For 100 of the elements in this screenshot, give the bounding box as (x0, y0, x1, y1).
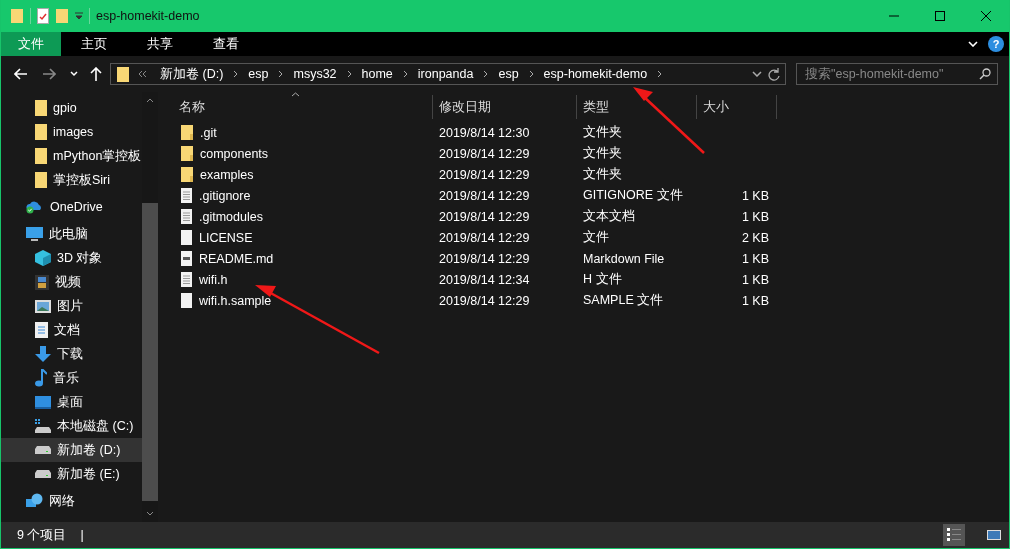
sidebar-item[interactable]: 掌控板Siri (1, 168, 142, 192)
details-view-button[interactable] (943, 524, 965, 546)
sidebar-item[interactable]: 此电脑 (1, 222, 142, 246)
text-file-icon (181, 188, 192, 203)
sidebar-item[interactable]: 下载 (1, 342, 142, 366)
system-drive-icon (35, 419, 51, 433)
annotation-arrow (633, 87, 705, 154)
breadcrumb-segment[interactable]: ironpanda (412, 67, 479, 81)
chevron-icon[interactable] (402, 70, 408, 78)
back-arrow-icon[interactable] (14, 68, 28, 80)
breadcrumb-segment[interactable]: esp-homekit-demo (538, 67, 653, 81)
file-name[interactable]: components (200, 146, 269, 161)
file-icon (181, 230, 192, 245)
breadcrumb-segment[interactable]: esp (493, 67, 524, 81)
scroll-down-icon[interactable] (146, 511, 154, 516)
refresh-icon[interactable] (768, 67, 780, 81)
column-header[interactable]: 修改日期 (433, 95, 577, 119)
chevron-icon[interactable] (483, 70, 489, 78)
table-cell: 1 KB (741, 188, 769, 203)
dropdown-caret-icon[interactable] (752, 71, 762, 77)
recent-caret-icon[interactable] (70, 71, 78, 77)
table-cell: SAMPLE 文件 (583, 292, 664, 309)
sidebar-item[interactable]: images (1, 120, 142, 144)
file-name[interactable]: wifi.h (199, 272, 228, 287)
sidebar-item[interactable]: 新加卷 (E:) (1, 462, 142, 486)
table-cell: 2019/8/14 12:29 (439, 230, 530, 245)
file-name[interactable]: .gitmodules (199, 209, 263, 224)
table-cell: 2019/8/14 12:34 (439, 272, 530, 287)
folder-icon (35, 124, 47, 140)
chevron-icon[interactable] (233, 70, 239, 78)
search-icon[interactable] (979, 68, 991, 80)
folder-icon (181, 167, 193, 182)
breadcrumb-segment[interactable]: home (356, 67, 398, 81)
table-cell: 2 KB (741, 230, 769, 245)
ribbon-tab[interactable]: 主页 (61, 32, 127, 56)
cube-icon (35, 250, 51, 266)
up-arrow-icon[interactable] (90, 67, 102, 81)
breadcrumb-segment[interactable]: msys32 (288, 67, 342, 81)
table-cell: H 文件 (583, 271, 622, 288)
monitor-icon (26, 226, 43, 242)
forward-arrow-icon[interactable] (42, 68, 56, 80)
table-cell: 文本文档 (583, 208, 635, 225)
file-name[interactable]: .git (200, 125, 217, 140)
sidebar-item[interactable]: 桌面 (1, 390, 142, 414)
breadcrumb-segment[interactable]: 新加卷 (D:) (155, 65, 229, 83)
desktop-icon (35, 395, 51, 409)
file-name[interactable]: LICENSE (199, 230, 253, 245)
file-name[interactable]: wifi.h.sample (199, 293, 272, 308)
sidebar-item[interactable]: 3D 对象 (1, 246, 142, 270)
table-cell: 2019/8/14 12:29 (439, 146, 530, 161)
document-icon (35, 322, 48, 338)
table-cell: 1 KB (741, 251, 769, 266)
breadcrumb-segment[interactable]: esp (243, 67, 274, 81)
file-name[interactable]: .gitignore (199, 188, 251, 203)
double-chevron-icon[interactable] (138, 70, 147, 78)
file-icon (181, 293, 192, 308)
column-header[interactable]: 大小 (697, 95, 777, 119)
ribbon-tab[interactable]: 共享 (127, 32, 193, 56)
details-list-icon (947, 528, 961, 542)
drive-icon (35, 446, 51, 454)
sidebar-item[interactable]: OneDrive (1, 195, 142, 219)
file-name[interactable]: README.md (199, 251, 274, 266)
column-header[interactable]: 名称 (166, 95, 433, 119)
network-globe-icon (26, 493, 43, 509)
folder-icon (35, 100, 47, 116)
markdown-file-icon (181, 251, 192, 266)
table-cell: 文件夹 (583, 145, 622, 162)
sidebar-item[interactable]: mPython掌控板 (1, 144, 142, 168)
properties-icon[interactable] (37, 8, 49, 24)
customize-caret-icon[interactable] (75, 12, 83, 20)
picture-icon (35, 299, 51, 313)
ribbon-tab[interactable]: 查看 (193, 32, 259, 56)
table-cell: 1 KB (741, 209, 769, 224)
sidebar-item[interactable]: 网络 (1, 489, 142, 513)
sidebar-item[interactable]: 新加卷 (D:) (1, 438, 142, 462)
window-title: esp-homekit-demo (96, 9, 200, 23)
sidebar-item[interactable]: 本地磁盘 (C:) (1, 414, 142, 438)
file-name[interactable]: examples (200, 167, 254, 182)
table-cell: 1 KB (741, 293, 769, 308)
sidebar-item[interactable]: gpio (1, 96, 142, 120)
sidebar-item[interactable]: 文档 (1, 318, 142, 342)
expand-ribbon-icon[interactable] (968, 41, 978, 47)
sidebar-item[interactable]: 音乐 (1, 366, 142, 390)
table-cell: 2019/8/14 12:29 (439, 209, 530, 224)
scroll-up-icon[interactable] (146, 98, 154, 103)
ribbon-tab[interactable]: 文件 (1, 32, 61, 56)
chevron-icon[interactable] (346, 70, 352, 78)
chevron-icon[interactable] (657, 70, 663, 78)
drive-icon (35, 470, 51, 478)
chevron-icon[interactable] (278, 70, 284, 78)
address-bar[interactable]: 新加卷 (D:) esp msys32 home ironpanda esp esp-homekit-demo (110, 63, 786, 85)
search-field[interactable]: 搜索"esp-homekit-demo" (796, 63, 998, 85)
sidebar-item[interactable]: 图片 (1, 294, 142, 318)
sort-caret-icon (291, 92, 300, 97)
table-cell: 文件夹 (583, 124, 622, 141)
chevron-icon[interactable] (528, 70, 534, 78)
folder-icon (116, 65, 130, 83)
folder-icon (35, 172, 47, 188)
music-note-icon (35, 369, 47, 387)
sidebar-item[interactable]: 视频 (1, 270, 142, 294)
